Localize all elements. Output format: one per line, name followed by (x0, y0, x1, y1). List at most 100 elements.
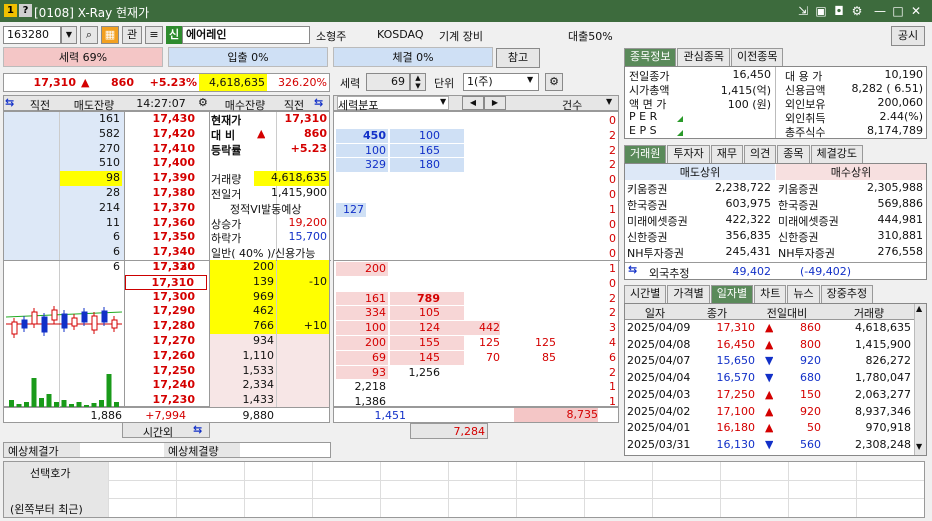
bid-price[interactable]: 17,280 (125, 319, 207, 334)
minimize-icon[interactable]: — (872, 3, 888, 19)
interest-button[interactable]: 관 (122, 26, 142, 44)
close-icon[interactable]: ✕ (908, 3, 924, 19)
buy-broker-name[interactable]: 한국증권 (778, 197, 858, 213)
list-icon[interactable]: ≡ (145, 26, 163, 44)
swap-icon[interactable]: ⇆ (628, 263, 637, 276)
tab-daily_tabs-0[interactable]: 시간별 (624, 285, 667, 303)
ask-price[interactable]: 17,370 (125, 201, 207, 216)
tab-daily_tabs-5[interactable]: 장중추정 (820, 285, 874, 303)
buy-broker-name[interactable]: 신한증권 (778, 229, 858, 245)
bid-price[interactable]: 17,270 (125, 334, 207, 349)
bid-price[interactable]: 17,320 (125, 260, 207, 275)
reference-button[interactable]: 참고 (496, 48, 540, 68)
bid-price[interactable]: 17,250 (125, 364, 207, 379)
bid-price[interactable]: 17,230 (125, 393, 207, 408)
tab-daily_tabs-2[interactable]: 일자별 (710, 285, 754, 303)
up-arrow-icon: ▲ (81, 76, 90, 89)
ask-price[interactable]: 17,350 (125, 230, 207, 245)
sell-broker-name[interactable]: 한국증권 (627, 197, 707, 213)
spinner-arrows-icon[interactable]: ▲ ▼ (410, 73, 426, 91)
ask-price[interactable]: 17,360 (125, 216, 207, 231)
next-icon[interactable]: ▶ (484, 96, 506, 110)
lock-icon[interactable]: ◘ (831, 3, 847, 19)
buy-broker-name[interactable]: NH투자증권 (778, 245, 858, 261)
tab-broker_tabs-4[interactable]: 종목 (777, 145, 810, 163)
ask-price[interactable]: 17,420 (125, 127, 207, 142)
scrollbar[interactable]: ▲ ▼ (914, 304, 926, 455)
ask-price[interactable]: 17,430 (125, 112, 207, 127)
scroll-down-icon[interactable]: ▼ (916, 442, 922, 451)
bid-price[interactable]: 17,290 (125, 304, 207, 319)
force-label: 세력 (340, 77, 361, 90)
sell-broker-name[interactable]: 신한증권 (627, 229, 707, 245)
stock-code-input[interactable]: 163280 (3, 26, 61, 44)
maximize-icon[interactable]: □ (890, 3, 906, 19)
loan-rate: 대출50% (568, 30, 613, 43)
buy-broker-name[interactable]: 키움증권 (778, 181, 858, 197)
tab-broker_tabs-5[interactable]: 체결강도 (810, 145, 863, 163)
daily-close: 17,310 (716, 321, 756, 334)
tab-right_tabs-1[interactable]: 관심종목 (677, 48, 730, 66)
notice-button[interactable]: 공시 (891, 26, 925, 46)
help-icon[interactable]: ? (19, 4, 32, 17)
tab-broker_tabs-2[interactable]: 재무 (710, 145, 743, 163)
swap-icon[interactable]: ⇆ (5, 96, 14, 109)
info-label: 상승가 (211, 217, 242, 231)
tab-daily_tabs-4[interactable]: 뉴스 (787, 285, 820, 303)
daily-close: 15,650 (716, 354, 756, 368)
daily-date: 2025/04/03 (627, 387, 691, 401)
settings-gear-icon[interactable]: ⚙ (198, 96, 208, 109)
daily-close: 16,450 (716, 337, 756, 351)
bid-price[interactable]: 17,310 (125, 274, 207, 290)
prev-icon[interactable]: ◀ (462, 96, 484, 110)
tab-broker_tabs-0[interactable]: 거래원 (624, 145, 667, 163)
force-spinner[interactable]: 69 (366, 73, 410, 91)
calendar-icon[interactable]: ▦ (101, 26, 119, 44)
tab-right_tabs-0[interactable]: 종목정보 (624, 48, 677, 66)
tab-broker_tabs-1[interactable]: 투자자 (667, 145, 710, 163)
chevron-down-icon[interactable]: ▼ (61, 26, 77, 44)
sell-broker-name[interactable]: 키움증권 (627, 181, 707, 197)
sell-broker-name[interactable]: NH투자증권 (627, 245, 707, 261)
tab-broker_tabs-3[interactable]: 의견 (744, 145, 777, 163)
search-icon[interactable]: ⌕ (80, 26, 98, 44)
force-select[interactable]: 세력분포 (337, 96, 449, 112)
daily-col-header[interactable]: 거래량 (825, 305, 913, 321)
volume-value: 4,618,635 (199, 74, 267, 91)
tab-daily_tabs-1[interactable]: 가격별 (667, 285, 710, 303)
chevron-down-icon[interactable]: ▼ (440, 97, 446, 106)
save-icon[interactable]: ▣ (813, 3, 829, 19)
ask-price[interactable]: 17,400 (125, 156, 207, 171)
gear-icon[interactable]: ⚙ (849, 3, 865, 19)
selected-quote-panel: 선택호가 (왼쪽부터 최근) (3, 461, 925, 518)
swap-icon[interactable]: ⇆ (193, 423, 202, 436)
daily-col-header[interactable]: 전일대비 (749, 305, 825, 321)
chevron-down-icon[interactable]: ▼ (527, 75, 533, 84)
sell-broker-name[interactable]: 미래에셋증권 (627, 213, 707, 229)
stock-name-field[interactable]: 에어레인 (182, 26, 310, 44)
sell-broker-qty: 356,835 (725, 229, 772, 242)
settings-gear-icon[interactable]: ⚙ (545, 73, 563, 91)
buy-broker-name[interactable]: 미래에셋증권 (778, 213, 858, 229)
chevron-down-icon[interactable]: ▼ (606, 97, 612, 106)
force-bid-a: 93 (336, 365, 388, 380)
tab-daily_tabs-3[interactable]: 차트 (754, 285, 787, 303)
tab-right_tabs-2[interactable]: 이전종목 (730, 48, 784, 66)
ask-price[interactable]: 17,340 (125, 245, 207, 260)
ask-price[interactable]: 17,390 (125, 171, 207, 186)
bid-price[interactable]: 17,260 (125, 349, 207, 364)
ask-qty: 28 (106, 186, 120, 199)
bid-price[interactable]: 17,240 (125, 378, 207, 393)
swap-icon[interactable]: ⇆ (314, 96, 323, 109)
force-bid-b: 155 (390, 336, 464, 350)
down-arrow-icon: ▼ (765, 437, 774, 451)
info-value: +5.23 (290, 141, 327, 155)
daily-col-header[interactable]: 일자 (625, 305, 685, 321)
scroll-up-icon[interactable]: ▲ (916, 304, 922, 313)
ask-price[interactable]: 17,380 (125, 186, 207, 201)
daily-col-header[interactable]: 종가 (685, 305, 749, 321)
link-icon[interactable]: ⇲ (795, 3, 811, 19)
bid-price[interactable]: 17,300 (125, 290, 207, 305)
orderbook-time: 14:27:07 (136, 97, 186, 110)
ask-price[interactable]: 17,410 (125, 142, 207, 157)
